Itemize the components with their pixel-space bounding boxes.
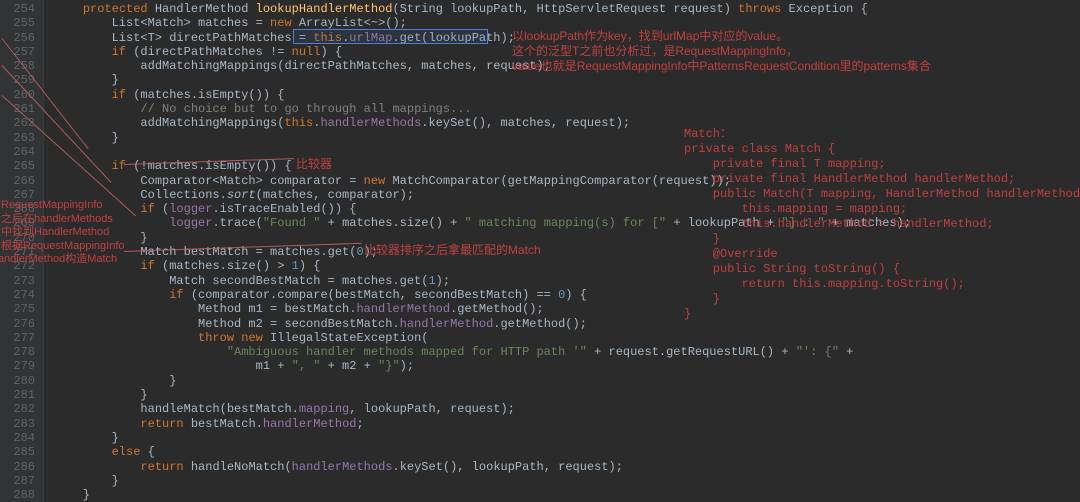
code-line[interactable]: if (matches.isEmpty()) { bbox=[54, 88, 1080, 102]
code-line[interactable]: m1 + ", " + m2 + "}"); bbox=[54, 359, 1080, 373]
line-number: 271 bbox=[0, 245, 35, 259]
code-line[interactable] bbox=[54, 145, 1080, 159]
code-line[interactable]: if (matches.size() > 1) { bbox=[54, 259, 1080, 273]
code-line[interactable]: addMatchingMappings(this.handlerMethods.… bbox=[54, 116, 1080, 130]
line-number: 254 bbox=[0, 2, 35, 16]
line-number: 278 bbox=[0, 345, 35, 359]
code-line[interactable]: // No choice but to go through all mappi… bbox=[54, 102, 1080, 116]
code-line[interactable]: } bbox=[54, 131, 1080, 145]
code-line[interactable]: } bbox=[54, 488, 1080, 502]
line-number: 277 bbox=[0, 331, 35, 345]
line-number: 264 bbox=[0, 145, 35, 159]
line-number: 284 bbox=[0, 431, 35, 445]
code-line[interactable]: if (!matches.isEmpty()) { bbox=[54, 159, 1080, 173]
line-number: 272 bbox=[0, 259, 35, 273]
line-number: 257 bbox=[0, 45, 35, 59]
code-line[interactable]: return bestMatch.handlerMethod; bbox=[54, 417, 1080, 431]
line-number: 287 bbox=[0, 474, 35, 488]
code-line[interactable]: if (logger.isTraceEnabled()) { bbox=[54, 202, 1080, 216]
line-number: 269 bbox=[0, 216, 35, 230]
line-number: 266 bbox=[0, 174, 35, 188]
code-line[interactable]: } bbox=[54, 388, 1080, 402]
line-number: 282 bbox=[0, 402, 35, 416]
code-line[interactable]: Match secondBestMatch = matches.get(1); bbox=[54, 274, 1080, 288]
code-line[interactable]: Collections.sort(matches, comparator); bbox=[54, 188, 1080, 202]
code-editor[interactable]: 2542552562572582592602612622632642652662… bbox=[0, 0, 1080, 502]
code-line[interactable]: Method m1 = bestMatch.handlerMethod.getM… bbox=[54, 302, 1080, 316]
line-number: 286 bbox=[0, 460, 35, 474]
code-line[interactable]: Match bestMatch = matches.get(0); bbox=[54, 245, 1080, 259]
line-number: 267 bbox=[0, 188, 35, 202]
line-numbers-gutter: 2542552562572582592602612622632642652662… bbox=[0, 0, 44, 502]
code-area[interactable]: protected HandlerMethod lookupHandlerMet… bbox=[44, 0, 1080, 502]
line-number: 259 bbox=[0, 73, 35, 87]
line-number: 260 bbox=[0, 88, 35, 102]
line-number: 255 bbox=[0, 16, 35, 30]
line-number: 262 bbox=[0, 116, 35, 130]
line-number: 275 bbox=[0, 302, 35, 316]
line-number: 256 bbox=[0, 31, 35, 45]
code-line[interactable]: else { bbox=[54, 445, 1080, 459]
code-line[interactable]: "Ambiguous handler methods mapped for HT… bbox=[54, 345, 1080, 359]
code-line[interactable]: } bbox=[54, 73, 1080, 87]
code-line[interactable]: addMatchingMappings(directPathMatches, m… bbox=[54, 59, 1080, 73]
line-number: 285 bbox=[0, 445, 35, 459]
line-number: 258 bbox=[0, 59, 35, 73]
line-number: 279 bbox=[0, 359, 35, 373]
line-number: 268 bbox=[0, 202, 35, 216]
code-line[interactable]: Comparator<Match> comparator = new Match… bbox=[54, 174, 1080, 188]
line-number: 263 bbox=[0, 131, 35, 145]
code-line[interactable]: return handleNoMatch(handlerMethods.keyS… bbox=[54, 460, 1080, 474]
line-number: 283 bbox=[0, 417, 35, 431]
code-line[interactable]: } bbox=[54, 231, 1080, 245]
code-line[interactable]: } bbox=[54, 431, 1080, 445]
code-line[interactable]: List<Match> matches = new ArrayList<~>()… bbox=[54, 16, 1080, 30]
line-number: 276 bbox=[0, 317, 35, 331]
line-number: 273 bbox=[0, 274, 35, 288]
line-number: 274 bbox=[0, 288, 35, 302]
code-line[interactable]: handleMatch(bestMatch.mapping, lookupPat… bbox=[54, 402, 1080, 416]
code-line[interactable]: throw new IllegalStateException( bbox=[54, 331, 1080, 345]
code-line[interactable]: } bbox=[54, 374, 1080, 388]
code-line[interactable]: logger.trace("Found " + matches.size() +… bbox=[54, 216, 1080, 230]
line-number: 288 bbox=[0, 488, 35, 502]
line-number: 281 bbox=[0, 388, 35, 402]
code-line[interactable]: List<T> directPathMatches = this.urlMap.… bbox=[54, 31, 1080, 45]
code-line[interactable]: } bbox=[54, 474, 1080, 488]
line-number: 280 bbox=[0, 374, 35, 388]
code-line[interactable]: if (comparator.compare(bestMatch, second… bbox=[54, 288, 1080, 302]
line-number: 265 bbox=[0, 159, 35, 173]
line-number: 270 bbox=[0, 231, 35, 245]
code-line[interactable]: protected HandlerMethod lookupHandlerMet… bbox=[54, 2, 1080, 16]
line-number: 261 bbox=[0, 102, 35, 116]
code-line[interactable]: Method m2 = secondBestMatch.handlerMetho… bbox=[54, 317, 1080, 331]
code-line[interactable]: if (directPathMatches != null) { bbox=[54, 45, 1080, 59]
